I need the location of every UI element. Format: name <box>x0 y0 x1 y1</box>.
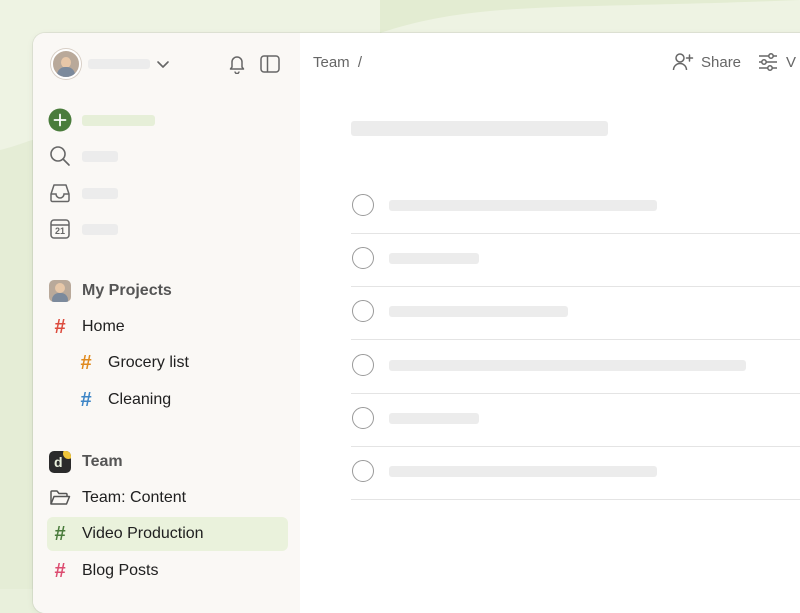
project-item-grocery-list[interactable]: # Grocery list <box>73 346 288 380</box>
task-content-placeholder <box>389 360 746 371</box>
user-avatar-small <box>49 280 71 302</box>
hash-icon: # <box>80 389 92 411</box>
my-projects-title: My Projects <box>82 282 172 299</box>
search-nav-item[interactable] <box>47 141 118 171</box>
notification-bell-icon[interactable] <box>228 54 246 74</box>
sidebar: 21 My Projects # Home # Grocery list # C… <box>33 33 300 613</box>
calendar-icon: 21 <box>47 218 73 240</box>
app-window: 21 My Projects # Home # Grocery list # C… <box>33 33 800 613</box>
task-content-placeholder <box>389 253 479 264</box>
user-name-placeholder[interactable] <box>88 59 150 69</box>
project-label: Home <box>82 318 125 335</box>
folder-label: Team: Content <box>82 489 187 506</box>
task-row[interactable] <box>351 446 800 500</box>
project-item-cleaning[interactable]: # Cleaning <box>73 383 288 417</box>
add-task-button[interactable] <box>47 105 155 135</box>
my-projects-header[interactable]: My Projects <box>47 274 288 308</box>
folder-icon <box>47 489 73 507</box>
add-task-icon <box>47 108 73 132</box>
chevron-down-icon[interactable] <box>156 57 170 71</box>
task-content-placeholder <box>389 413 479 424</box>
task-checkbox[interactable] <box>352 354 374 376</box>
task-checkbox[interactable] <box>352 247 374 269</box>
task-row[interactable] <box>351 286 800 340</box>
breadcrumb-team-link[interactable]: Team <box>313 54 350 71</box>
topbar-actions: Share V <box>672 52 800 72</box>
share-label: Share <box>701 53 742 71</box>
project-label: Video Production <box>82 525 204 542</box>
hash-icon: # <box>54 316 66 338</box>
project-label: Grocery list <box>108 354 189 371</box>
team-header[interactable]: d Team <box>47 445 288 479</box>
project-title-placeholder <box>351 121 608 136</box>
hash-icon: # <box>54 560 66 582</box>
folder-item-team-content[interactable]: Team: Content <box>47 481 288 515</box>
calendar-day-number: 21 <box>54 226 65 236</box>
task-row[interactable] <box>351 393 800 447</box>
share-button[interactable]: Share <box>672 52 741 72</box>
task-checkbox[interactable] <box>352 407 374 429</box>
task-row[interactable] <box>351 233 800 287</box>
task-content-placeholder <box>389 200 657 211</box>
search-icon <box>47 145 73 167</box>
inbox-icon <box>47 183 73 203</box>
main-content: Team / Share V <box>300 33 800 613</box>
task-row[interactable] <box>351 340 800 394</box>
project-label: Blog Posts <box>82 562 159 579</box>
sidebar-toggle-icon[interactable] <box>260 55 280 73</box>
hash-icon: # <box>80 352 92 374</box>
view-label: V <box>786 53 797 71</box>
task-row[interactable] <box>351 180 800 234</box>
task-checkbox[interactable] <box>352 460 374 482</box>
task-content-placeholder <box>389 466 657 477</box>
today-nav-item[interactable]: 21 <box>47 214 118 244</box>
task-checkbox[interactable] <box>352 300 374 322</box>
task-content-placeholder <box>389 306 568 317</box>
view-settings-icon <box>759 53 778 71</box>
project-item-home[interactable]: # Home <box>47 310 288 344</box>
project-label: Cleaning <box>108 391 172 408</box>
breadcrumb: Team / <box>313 54 362 71</box>
team-title: Team <box>82 453 123 470</box>
sidebar-header <box>51 49 280 79</box>
user-avatar[interactable] <box>51 49 81 79</box>
hash-icon: # <box>54 523 66 545</box>
task-checkbox[interactable] <box>352 194 374 216</box>
add-person-icon <box>672 53 694 71</box>
team-logo: d <box>49 451 71 473</box>
inbox-nav-item[interactable] <box>47 178 118 208</box>
project-item-blog-posts[interactable]: # Blog Posts <box>47 554 288 588</box>
project-item-video-production[interactable]: # Video Production <box>47 517 288 551</box>
view-button[interactable]: V <box>757 52 796 72</box>
breadcrumb-separator: / <box>357 54 363 71</box>
